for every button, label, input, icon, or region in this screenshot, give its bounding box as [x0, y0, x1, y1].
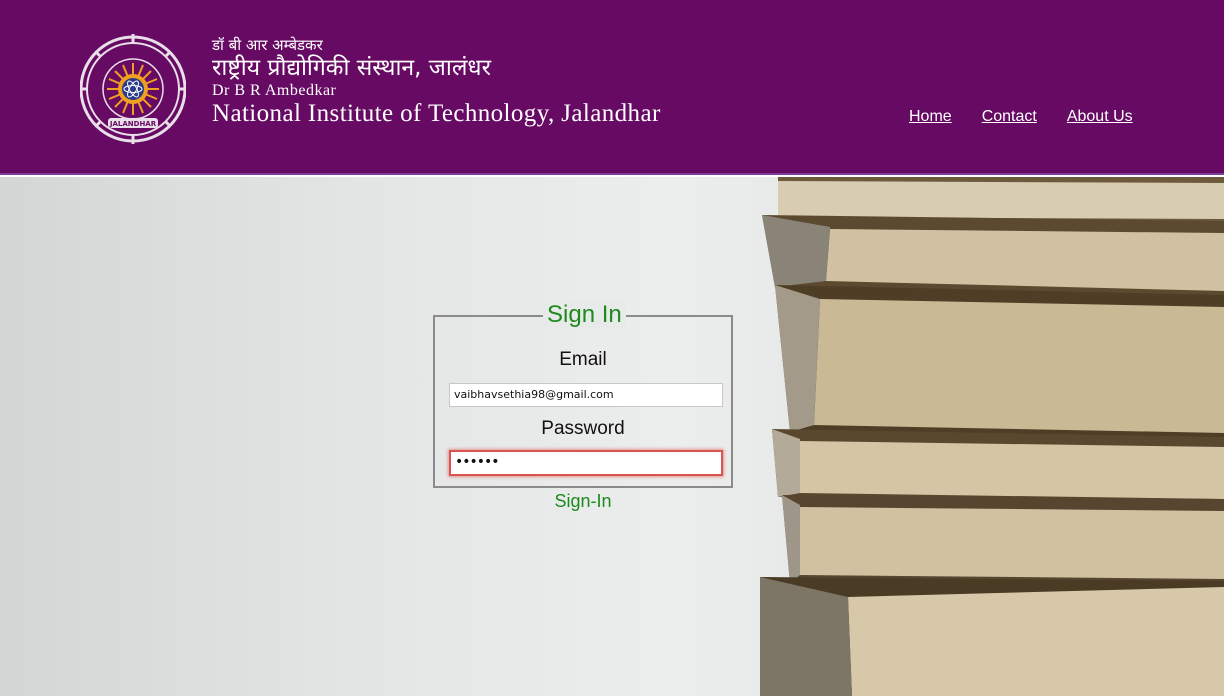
email-label: Email: [559, 349, 607, 370]
english-subtitle: Dr B R Ambedkar: [212, 82, 337, 99]
password-label: Password: [541, 418, 625, 439]
english-title: National Institute of Technology, Jaland…: [212, 100, 661, 127]
hindi-subtitle: डॉ बी आर अम्बेडकर: [212, 36, 323, 54]
main-nav: Home Contact About Us: [909, 108, 1133, 126]
hindi-title: राष्ट्रीय प्रौद्योगिकी संस्थान, जालंधर: [212, 55, 491, 81]
sign-in-legend: Sign In: [543, 301, 626, 329]
nav-link-contact[interactable]: Contact: [982, 108, 1037, 126]
password-field[interactable]: ••••••: [449, 450, 723, 476]
site-header: JALANDHAR डॉ बी आर अम्बेडकर राष्ट्रीय प्…: [0, 0, 1224, 175]
nit-logo: JALANDHAR: [80, 34, 186, 144]
institute-title: डॉ बी आर अम्बेडकर राष्ट्रीय प्रौद्योगिकी…: [212, 36, 661, 129]
nav-link-about-us[interactable]: About Us: [1067, 108, 1133, 126]
logo-text: JALANDHAR: [109, 120, 157, 128]
email-field[interactable]: vaibhavsethia98@gmail.com: [449, 383, 723, 407]
nav-link-home[interactable]: Home: [909, 108, 952, 126]
sign-in-button[interactable]: Sign-In: [433, 491, 733, 512]
sign-in-form: Sign In Email vaibhavsethia98@gmail.com …: [433, 301, 733, 488]
page: JALANDHAR डॉ बी आर अम्बेडकर राष्ट्रीय प्…: [0, 0, 1224, 696]
